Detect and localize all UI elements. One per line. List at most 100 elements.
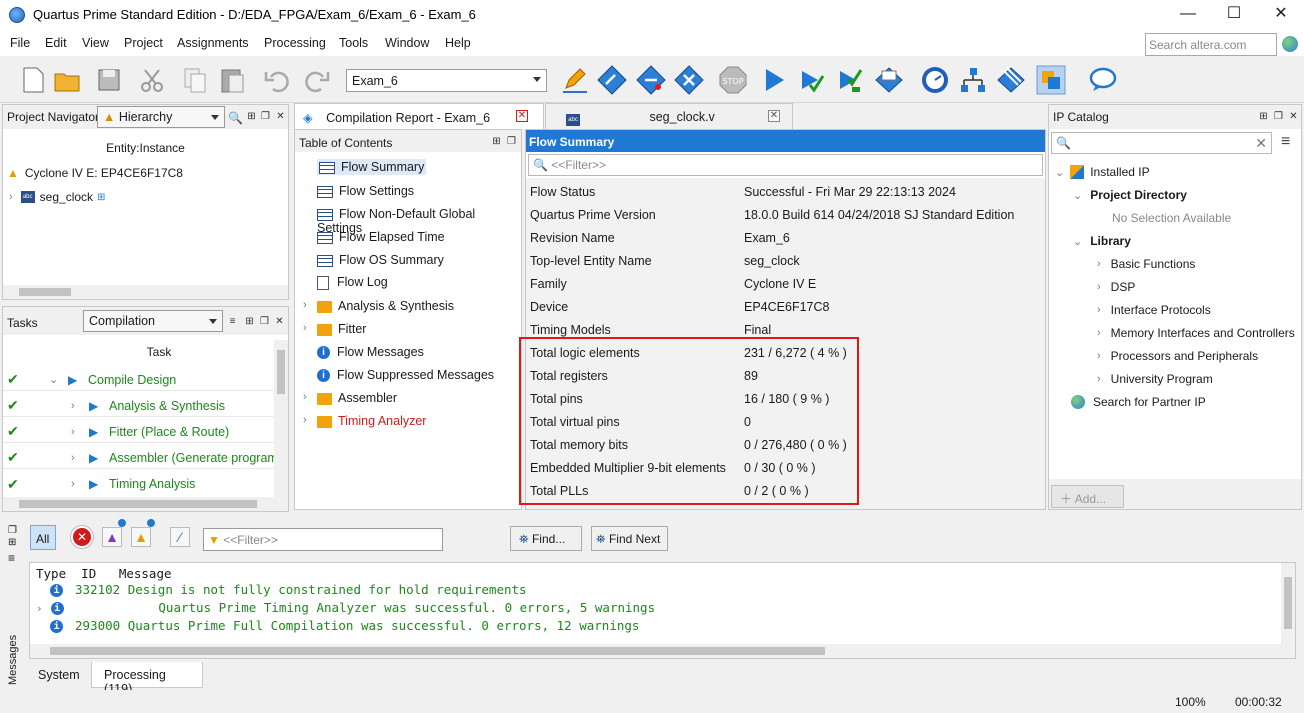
save-icon[interactable] <box>94 65 124 95</box>
programmer-icon[interactable] <box>996 65 1026 95</box>
chevron-right-icon[interactable]: › <box>303 414 307 426</box>
ip-library-item[interactable]: › Memory Interfaces and Controllers <box>1097 326 1295 340</box>
chevron-right-icon[interactable]: › <box>1097 258 1101 270</box>
menu-icon[interactable]: ≡ <box>227 316 238 327</box>
ip-library-item[interactable]: › University Program <box>1097 372 1213 386</box>
find-next-button[interactable]: ⛯ Find Next <box>591 526 668 551</box>
toc-item-flow-os[interactable]: Flow OS Summary <box>317 253 444 267</box>
stop-icon[interactable]: STOP <box>718 65 748 95</box>
tasks-horizontal-scrollbar[interactable] <box>3 497 288 511</box>
ip-installed-node[interactable]: ⌄ Installed IP <box>1055 165 1150 179</box>
ip-library-item[interactable]: › DSP <box>1097 280 1135 294</box>
menu-window[interactable]: Window <box>385 36 429 50</box>
toc-item-flow-log[interactable]: Flow Log <box>317 275 388 290</box>
chevron-right-icon[interactable]: › <box>36 602 43 615</box>
search-icon[interactable]: 🔍 <box>228 111 243 125</box>
ip-library-item[interactable]: › Interface Protocols <box>1097 303 1211 317</box>
menu-assignments[interactable]: Assignments <box>177 36 249 50</box>
undo-icon[interactable] <box>262 65 292 95</box>
chevron-right-icon[interactable]: › <box>303 299 307 311</box>
menu-tools[interactable]: Tools <box>339 36 368 50</box>
start-compilation-icon[interactable] <box>758 65 788 95</box>
task-row-synthesis[interactable]: ✔ › ▶ Analysis & Synthesis <box>3 395 275 417</box>
chevron-right-icon[interactable]: › <box>1097 350 1101 362</box>
chevron-right-icon[interactable]: › <box>303 322 307 334</box>
maximize-button[interactable]: ☐ <box>1223 4 1245 24</box>
toc-item-flow-suppressed[interactable]: i Flow Suppressed Messages <box>317 368 494 383</box>
copy-icon[interactable] <box>180 65 210 95</box>
navigator-view-select[interactable]: ▲ Hierarchy <box>97 106 225 128</box>
ip-library-item[interactable]: › Basic Functions <box>1097 257 1195 271</box>
tasks-vertical-scrollbar[interactable] <box>274 340 288 500</box>
critical-warning-filter-icon[interactable]: ▲ <box>102 527 122 547</box>
pin-icon[interactable]: ⊞ <box>1258 111 1269 122</box>
start-analysis-icon[interactable] <box>796 65 826 95</box>
tab-processing[interactable]: Processing (119) <box>91 662 203 696</box>
edit-pencil-icon[interactable] <box>560 65 590 95</box>
chevron-right-icon[interactable]: › <box>9 191 13 203</box>
messages-vertical-scrollbar[interactable] <box>1281 563 1295 644</box>
task-row-fitter[interactable]: ✔ › ▶ Fitter (Place & Route) <box>3 421 275 443</box>
chevron-right-icon[interactable]: › <box>71 400 75 412</box>
ip-library-node[interactable]: ⌄ Library <box>1073 234 1131 248</box>
revision-select[interactable]: Exam_6 <box>346 69 547 92</box>
ip-search-input[interactable]: 🔍 ✕ <box>1051 132 1272 154</box>
close-button[interactable]: ✕ <box>1270 4 1292 24</box>
analysis-synthesis-icon[interactable] <box>636 65 666 95</box>
message-filter-input[interactable]: ▼ <<Filter>> <box>203 528 443 551</box>
chevron-right-icon[interactable]: › <box>1097 327 1101 339</box>
menu-processing[interactable]: Processing <box>264 36 326 50</box>
ip-project-directory-node[interactable]: ⌄ Project Directory <box>1073 188 1187 202</box>
timing-analyzer-icon[interactable] <box>920 65 950 95</box>
tab-system[interactable]: System <box>29 662 89 688</box>
close-icon[interactable]: ✕ <box>1288 111 1299 122</box>
menu-file[interactable]: File <box>10 36 30 50</box>
tab-seg-clock[interactable]: abc seg_clock.v ✕ <box>545 103 793 129</box>
paste-icon[interactable] <box>217 65 247 95</box>
warning-filter-icon[interactable]: ▲ <box>131 527 151 547</box>
task-row-compile[interactable]: ✔ ⌄ ▶ Compile Design <box>3 369 275 391</box>
top-entity-row[interactable]: › abc seg_clock ⊞ <box>9 190 105 204</box>
device-row[interactable]: ▲ Cyclone IV E: EP4CE6F17C8 <box>7 166 183 180</box>
toc-item-flow-summary[interactable]: Flow Summary <box>317 159 427 175</box>
float-icon[interactable]: ❐ <box>260 111 271 122</box>
scrollbar-thumb[interactable] <box>19 288 71 296</box>
task-flow-select[interactable]: Compilation <box>83 310 223 332</box>
chevron-down-icon[interactable]: ⌄ <box>49 373 58 386</box>
scrollbar-thumb[interactable] <box>19 500 257 508</box>
fitter-icon[interactable] <box>674 65 704 95</box>
message-row[interactable]: › i Quartus Prime Timing Analyzer was suc… <box>36 600 655 615</box>
ip-menu-icon[interactable]: ≡ <box>1281 133 1290 151</box>
redo-icon[interactable] <box>302 65 332 95</box>
close-icon[interactable]: ✕ <box>274 316 285 327</box>
scrollbar-thumb[interactable] <box>277 350 285 394</box>
ip-catalog-icon[interactable] <box>1036 65 1066 95</box>
scrollbar-thumb[interactable] <box>1284 577 1292 629</box>
filter-all-button[interactable]: All <box>30 525 56 550</box>
chevron-right-icon[interactable]: › <box>71 478 75 490</box>
chevron-right-icon[interactable]: › <box>1097 281 1101 293</box>
pin-icon[interactable]: ⊞ <box>244 316 255 327</box>
clear-search-icon[interactable]: ✕ <box>1255 135 1267 152</box>
find-button[interactable]: ⛯ Find... <box>510 526 582 551</box>
chevron-down-icon[interactable]: ⌄ <box>1055 166 1064 179</box>
chip-planner-icon[interactable] <box>958 65 988 95</box>
close-tab-icon[interactable]: ✕ <box>516 110 528 122</box>
float-icon[interactable]: ❐ <box>1273 111 1284 122</box>
cut-icon[interactable] <box>137 65 167 95</box>
close-tab-icon[interactable]: ✕ <box>768 110 780 122</box>
pin-icon[interactable]: ⊞ <box>8 537 16 548</box>
menu-icon[interactable]: ≡ <box>8 551 15 565</box>
messages-side-tab[interactable]: Messages <box>4 625 26 687</box>
float-icon[interactable]: ❐ <box>506 136 517 147</box>
menu-edit[interactable]: Edit <box>45 36 67 50</box>
toc-item-flow-settings[interactable]: Flow Settings <box>317 184 414 198</box>
error-filter-icon[interactable]: ✕ <box>71 526 93 548</box>
toc-item-flow-messages[interactable]: i Flow Messages <box>317 345 424 360</box>
ip-add-button[interactable]: ＋ Add... <box>1051 485 1124 508</box>
message-row[interactable]: i 332102 Design is not fully constrained … <box>50 582 527 597</box>
task-row-assembler[interactable]: ✔ › ▶ Assembler (Generate programm <box>3 447 275 469</box>
chevron-right-icon[interactable]: › <box>1097 373 1101 385</box>
scrollbar-thumb[interactable] <box>50 647 825 655</box>
menu-view[interactable]: View <box>82 36 109 50</box>
